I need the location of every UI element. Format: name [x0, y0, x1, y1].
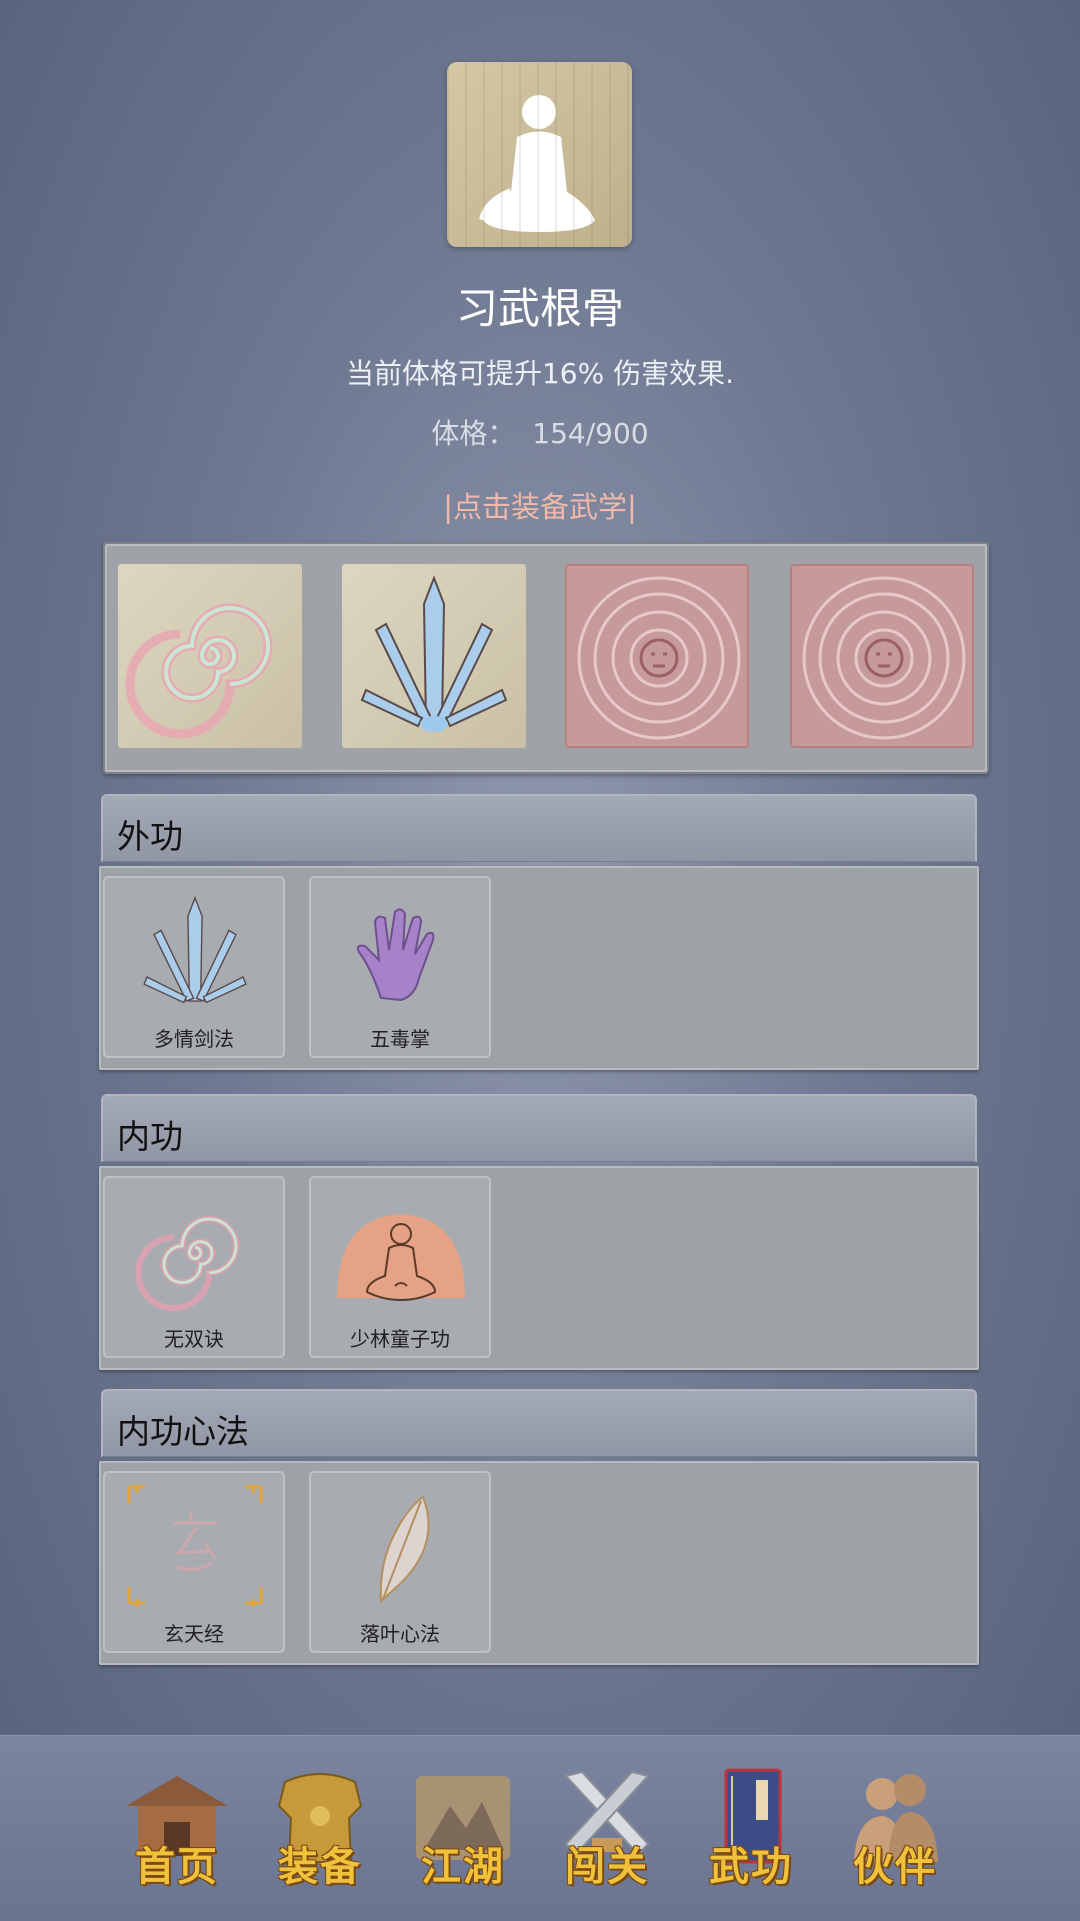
nav-equipment[interactable]: 装备 [255, 1766, 385, 1896]
nav-companions[interactable]: 伙伴 [830, 1766, 960, 1896]
avatar-meditation-portrait [447, 62, 632, 247]
xuan-glyph-icon [127, 1485, 263, 1607]
meditating-monk-icon [337, 1214, 465, 1302]
bottom-navigation: 首页 装备 江湖 闯关 武功 伙伴 [0, 1735, 1080, 1921]
section-header-internal-method: 内功心法 [101, 1389, 977, 1457]
equipped-slot-3-locked[interactable] [565, 564, 749, 748]
skill-name: 五毒掌 [370, 1027, 430, 1051]
skill-card[interactable]: 五毒掌 [309, 876, 491, 1058]
nav-label: 装备 [278, 1843, 362, 1890]
aztec-calendar-icon [802, 576, 966, 740]
section-header-internal: 内功 [101, 1094, 977, 1162]
nav-label: 武功 [709, 1843, 793, 1890]
section-body-internal: 无双诀 少林童子功 [99, 1166, 979, 1370]
constitution-label: 体格： [431, 417, 516, 450]
constitution-bonus-description: 当前体格可提升16% 伤害效果. [345, 357, 735, 390]
aztec-calendar-icon [577, 576, 741, 740]
nav-label: 首页 [135, 1843, 219, 1890]
constitution-value: 154/900 [532, 417, 649, 450]
section-body-internal-method: 玄天经 落叶心法 [99, 1461, 979, 1665]
sword-fan-icon [143, 895, 247, 1004]
skill-name: 落叶心法 [360, 1622, 440, 1646]
nav-challenge[interactable]: 闯关 [542, 1766, 672, 1896]
nav-martial-arts[interactable]: 武功 [686, 1766, 816, 1896]
equip-martial-arts-link[interactable]: |点击装备武学| [0, 484, 1080, 526]
skill-card[interactable]: 多情剑法 [103, 876, 285, 1058]
skill-name: 玄天经 [164, 1622, 224, 1646]
skill-card[interactable]: 玄天经 [103, 1471, 285, 1653]
skill-card[interactable]: 无双诀 [103, 1176, 285, 1358]
nav-label: 闯关 [565, 1843, 649, 1890]
section-title: 外功 [117, 817, 183, 856]
skill-card[interactable]: 少林童子功 [309, 1176, 491, 1358]
page-title: 习武根骨 [455, 284, 624, 333]
equipped-slot-4-locked[interactable] [790, 564, 974, 748]
section-title: 内功 [117, 1117, 183, 1156]
nav-jianghu[interactable]: 江湖 [398, 1766, 528, 1896]
spiral-icon [135, 1215, 240, 1312]
skill-name: 少林童子功 [350, 1327, 450, 1351]
section-body-external: 多情剑法 五毒掌 [99, 866, 979, 1070]
skill-name: 无双诀 [164, 1327, 224, 1351]
sword-fan-icon [360, 575, 508, 732]
spiral-icon [125, 603, 273, 739]
equipped-slot-1[interactable] [118, 564, 302, 748]
constitution-stat: 体格： 154/900 [0, 412, 1080, 452]
section-title: 内功心法 [117, 1412, 249, 1451]
nav-home[interactable]: 首页 [112, 1766, 242, 1896]
skill-name: 多情剑法 [154, 1027, 234, 1051]
skill-card[interactable]: 落叶心法 [309, 1471, 491, 1653]
nav-label: 江湖 [421, 1843, 505, 1890]
nav-label: 伙伴 [853, 1843, 937, 1890]
purple-hand-icon [356, 908, 435, 1002]
section-header-external: 外功 [101, 794, 977, 862]
leaf-icon [379, 1495, 430, 1604]
equipped-slot-2[interactable] [342, 564, 526, 748]
equipped-skills-strip [103, 542, 989, 774]
